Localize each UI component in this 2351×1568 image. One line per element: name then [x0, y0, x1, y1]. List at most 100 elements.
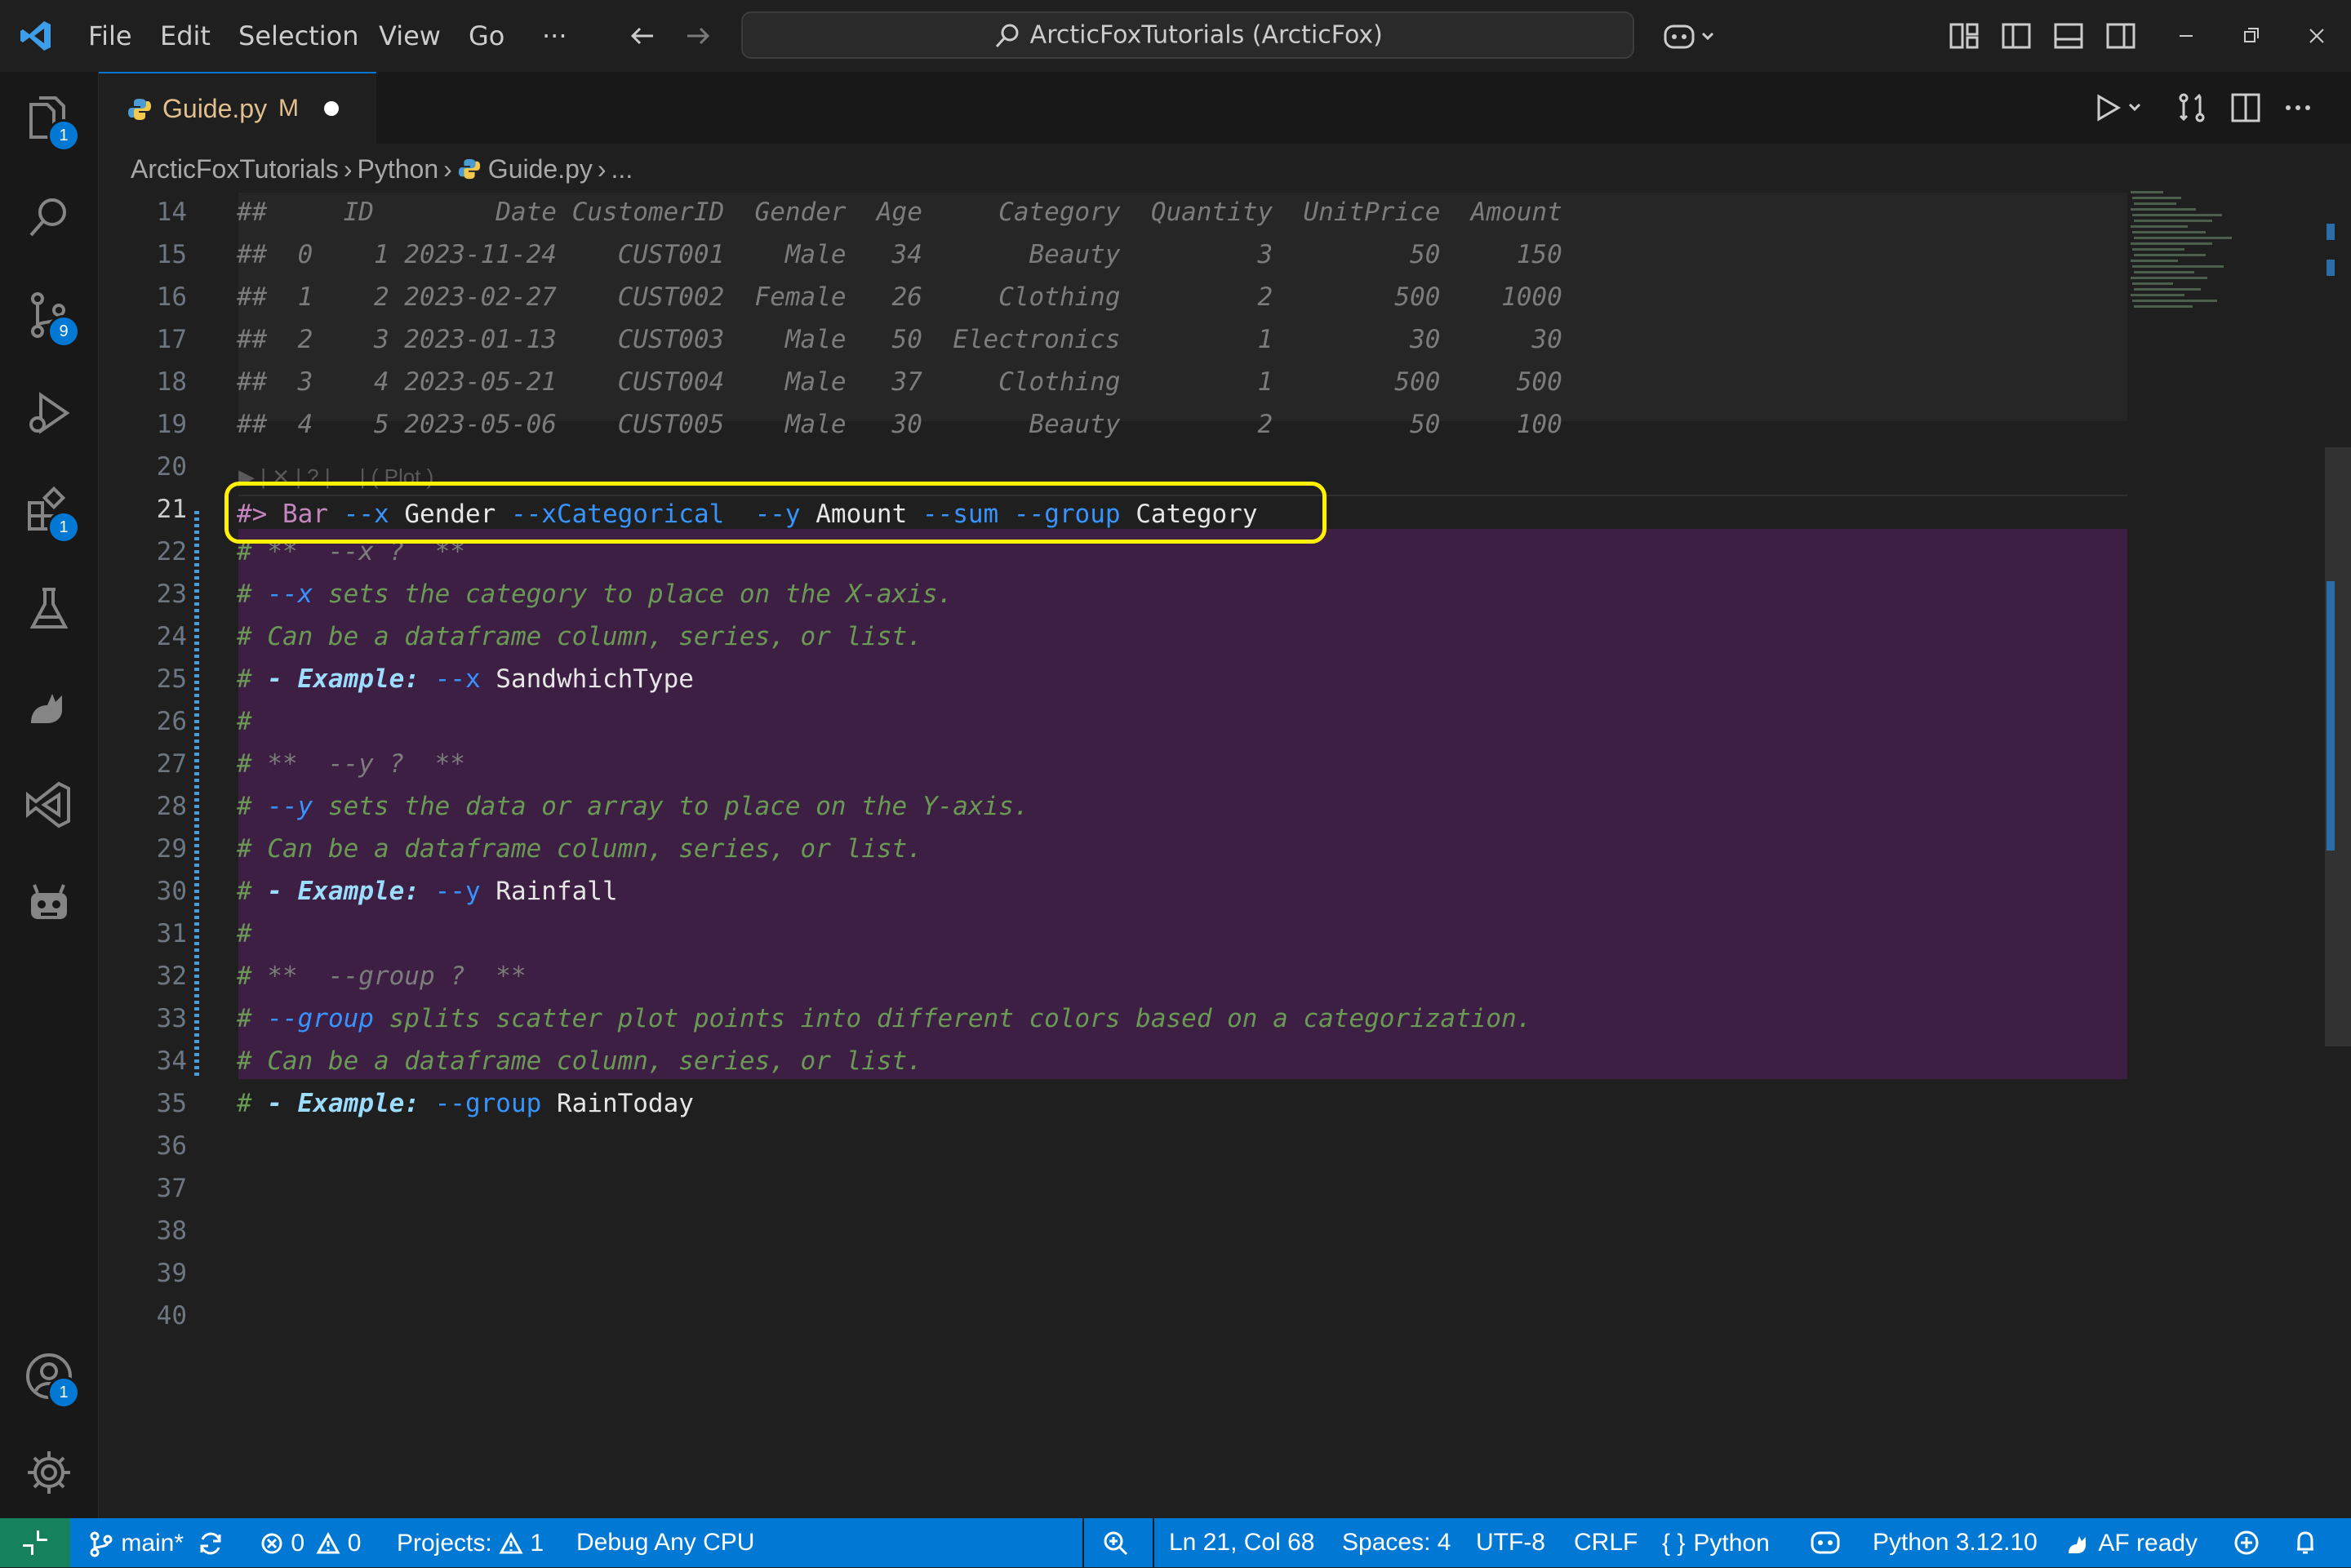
run-debug-icon[interactable]: [20, 384, 78, 442]
accounts-icon[interactable]: 1: [20, 1347, 80, 1409]
manage-gear-icon[interactable]: [20, 1443, 78, 1502]
status-bar-gap: [1082, 1518, 1084, 1567]
breadcrumb-folder[interactable]: ArcticFoxTutorials: [131, 148, 339, 190]
search-icon: [993, 21, 1022, 51]
arctic-fox-icon[interactable]: [20, 677, 78, 736]
menu-selection[interactable]: Selection: [238, 0, 358, 72]
menu-edit[interactable]: Edit: [160, 0, 211, 72]
unsaved-dot-icon[interactable]: [324, 101, 339, 116]
line-number: 31: [156, 919, 187, 948]
extensions-badge: 1: [47, 511, 80, 544]
line-number: 18: [156, 367, 187, 397]
breadcrumb-file[interactable]: Guide.py: [488, 148, 593, 190]
minimap-line: [2132, 231, 2206, 233]
copilot-status-icon[interactable]: [1809, 1518, 1842, 1567]
toggle-panel-icon[interactable]: [2051, 18, 2087, 54]
branch-status[interactable]: main*: [87, 1518, 224, 1567]
line-number: 25: [156, 664, 187, 694]
extensions-icon[interactable]: 1: [20, 482, 80, 544]
menu-more[interactable]: ···: [542, 0, 567, 72]
tab-bar: Guide.py M: [99, 72, 2351, 144]
notifications-bell-icon[interactable]: [2291, 1518, 2320, 1567]
split-editor-icon[interactable]: [2229, 91, 2262, 124]
minimap[interactable]: [2127, 188, 2323, 318]
toggle-secondary-sidebar-icon[interactable]: [2103, 18, 2139, 54]
python-interpreter[interactable]: Python 3.12.10: [1873, 1518, 2038, 1567]
command-center-search[interactable]: ArcticFoxTutorials (ArcticFox): [741, 11, 1634, 59]
dataframe-output-line: ## ID Date CustomerID Gender Age Categor…: [237, 198, 1562, 227]
minimap-line: [2132, 197, 2181, 199]
encoding-status[interactable]: UTF-8: [1476, 1518, 1545, 1567]
debug-config-status[interactable]: Debug Any CPU: [576, 1518, 754, 1567]
minimap-line: [2132, 248, 2184, 251]
line-number: 34: [156, 1046, 187, 1076]
close-window-icon[interactable]: [2299, 18, 2335, 54]
python-file-icon: [457, 157, 482, 181]
line-number: 15: [156, 240, 187, 269]
cursor-position[interactable]: Ln 21, Col 68: [1169, 1518, 1314, 1567]
sync-icon[interactable]: [197, 1530, 224, 1557]
minimap-line: [2132, 282, 2173, 285]
zoom-icon[interactable]: [1100, 1518, 1131, 1567]
minimap-marker: [2327, 224, 2335, 240]
visual-studio-icon[interactable]: [20, 775, 78, 834]
chevron-right-icon: ›: [443, 153, 452, 184]
doc-comment-line: # - Example: --y Rainfall: [237, 877, 618, 906]
doc-comment-line: # --group splits scatter plot points int…: [237, 1004, 1532, 1033]
source-control-icon[interactable]: 9: [20, 286, 80, 348]
copilot-icon[interactable]: [1662, 18, 1721, 54]
error-count: 0: [291, 1530, 305, 1557]
dataframe-output-line: ## 4 5 2023-05-06 CUST005 Male 30 Beauty…: [237, 410, 1562, 439]
line-number: 37: [156, 1174, 187, 1203]
accounts-badge: 1: [47, 1376, 80, 1409]
testing-flask-icon[interactable]: [20, 580, 78, 638]
fox-icon: [2065, 1530, 2091, 1557]
minimize-icon[interactable]: [2168, 18, 2204, 54]
menu-go[interactable]: Go: [469, 0, 504, 72]
scrollbar-selection-marker: [2327, 581, 2335, 851]
minimap-line: [2134, 220, 2212, 222]
remote-indicator[interactable]: [0, 1518, 70, 1567]
customize-layout-icon[interactable]: [1946, 18, 1982, 54]
problems-status[interactable]: 0 0: [260, 1518, 361, 1567]
robot-icon[interactable]: [20, 873, 78, 932]
source-control-badge: 9: [47, 315, 80, 348]
doc-comment-line: #: [237, 707, 252, 736]
doc-comment-line: # - Example: --group RainToday: [237, 1089, 694, 1118]
forward-arrow-icon[interactable]: [679, 18, 715, 54]
language-mode[interactable]: { } Python: [1662, 1518, 1770, 1567]
status-bar-gap: [1153, 1518, 1154, 1567]
dataframe-output-line: ## 3 4 2023-05-21 CUST004 Male 37 Clothi…: [237, 367, 1562, 397]
minimap-line: [2131, 242, 2212, 245]
minimap-line: [2131, 191, 2163, 193]
doc-comment-line: #: [237, 919, 252, 948]
eol-status[interactable]: CRLF: [1574, 1518, 1638, 1567]
menu-view[interactable]: View: [379, 0, 441, 72]
tab-title: Guide.py: [162, 94, 268, 123]
af-status[interactable]: AF ready: [2065, 1518, 2198, 1567]
feedback-icon[interactable]: [2232, 1518, 2261, 1567]
breadcrumb-subfolder[interactable]: Python: [358, 148, 439, 190]
search-view-icon[interactable]: [20, 188, 78, 247]
warning-icon: [316, 1531, 340, 1556]
breadcrumb-symbol[interactable]: ...: [611, 148, 633, 190]
restore-icon[interactable]: [2233, 18, 2269, 54]
projects-status[interactable]: Projects: 1: [397, 1518, 544, 1567]
minimap-line: [2132, 214, 2222, 216]
indentation-status[interactable]: Spaces: 4: [1342, 1518, 1451, 1567]
doc-comment-line: # --x sets the category to place on the …: [237, 580, 953, 609]
toggle-primary-sidebar-icon[interactable]: [1998, 18, 2034, 54]
menu-file[interactable]: File: [88, 0, 132, 72]
back-arrow-icon[interactable]: [625, 18, 661, 54]
more-actions-icon[interactable]: [2282, 91, 2314, 124]
warning-count: 0: [347, 1530, 362, 1557]
run-python-icon[interactable]: [2094, 91, 2153, 124]
line-number: 17: [156, 325, 187, 354]
line-number: 22: [156, 537, 187, 566]
compare-changes-icon[interactable]: [2175, 91, 2208, 124]
tab-guide-py[interactable]: Guide.py M: [99, 72, 376, 144]
explorer-icon[interactable]: 1: [20, 90, 80, 152]
line-number: 16: [156, 282, 187, 312]
minimap-line: [2132, 265, 2224, 268]
minimap-line: [2134, 271, 2194, 273]
